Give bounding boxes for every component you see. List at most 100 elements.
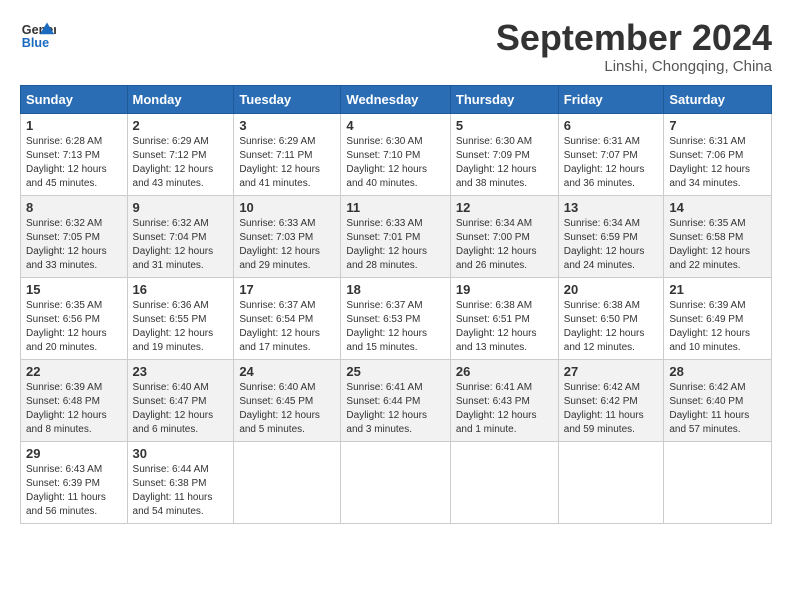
- day-info: Sunrise: 6:40 AMSunset: 6:45 PMDaylight:…: [239, 381, 335, 437]
- day-number: 21: [669, 282, 766, 297]
- table-row: 8 Sunrise: 6:32 AMSunset: 7:05 PMDaylight…: [21, 195, 128, 277]
- table-row: [341, 441, 450, 523]
- table-row: 3Sunrise: 6:29 AMSunset: 7:11 PMDaylight…: [234, 113, 341, 195]
- day-info: Sunrise: 6:36 AMSunset: 6:55 PMDaylight:…: [133, 299, 229, 355]
- day-number: 22: [26, 364, 122, 379]
- day-number: 24: [239, 364, 335, 379]
- day-info: Sunrise: 6:41 AMSunset: 6:44 PMDaylight:…: [346, 381, 444, 437]
- table-row: 13 Sunrise: 6:34 AMSunset: 6:59 PMDayligh…: [558, 195, 664, 277]
- table-row: 15 Sunrise: 6:35 AMSunset: 6:56 PMDayligh…: [21, 277, 128, 359]
- col-thursday: Thursday: [450, 85, 558, 113]
- header: General Blue September 2024 Linshi, Chon…: [20, 18, 772, 75]
- table-row: [234, 441, 341, 523]
- table-row: 4 Sunrise: 6:30 AMSunset: 7:10 PMDaylight…: [341, 113, 450, 195]
- subtitle: Linshi, Chongqing, China: [496, 58, 772, 75]
- table-row: [450, 441, 558, 523]
- day-number: 18: [346, 282, 444, 297]
- table-row: 11 Sunrise: 6:33 AMSunset: 7:01 PMDayligh…: [341, 195, 450, 277]
- table-row: 23 Sunrise: 6:40 AMSunset: 6:47 PMDayligh…: [127, 359, 234, 441]
- table-row: 27 Sunrise: 6:42 AMSunset: 6:42 PMDayligh…: [558, 359, 664, 441]
- day-number: 2: [133, 118, 229, 133]
- day-info: Sunrise: 6:35 AMSunset: 6:58 PMDaylight:…: [669, 217, 766, 273]
- day-number: 27: [564, 364, 659, 379]
- col-wednesday: Wednesday: [341, 85, 450, 113]
- table-row: 29 Sunrise: 6:43 AMSunset: 6:39 PMDayligh…: [21, 441, 128, 523]
- day-number: 9: [133, 200, 229, 215]
- table-row: 2 Sunrise: 6:29 AMSunset: 7:12 PMDaylight…: [127, 113, 234, 195]
- day-info: Sunrise: 6:40 AMSunset: 6:47 PMDaylight:…: [133, 381, 229, 437]
- day-info: Sunrise: 6:38 AMSunset: 6:50 PMDaylight:…: [564, 299, 659, 355]
- table-row: [664, 441, 772, 523]
- table-row: 7 Sunrise: 6:31 AMSunset: 7:06 PMDaylight…: [664, 113, 772, 195]
- day-number: 20: [564, 282, 659, 297]
- day-number: 28: [669, 364, 766, 379]
- day-number: 10: [239, 200, 335, 215]
- day-number: 26: [456, 364, 553, 379]
- col-saturday: Saturday: [664, 85, 772, 113]
- table-row: 17 Sunrise: 6:37 AMSunset: 6:54 PMDayligh…: [234, 277, 341, 359]
- table-row: 19Sunrise: 6:38 AMSunset: 6:51 PMDayligh…: [450, 277, 558, 359]
- day-info: Sunrise: 6:31 AMSunset: 7:07 PMDaylight:…: [564, 135, 659, 191]
- title-block: September 2024 Linshi, Chongqing, China: [496, 18, 772, 75]
- calendar-row: 15 Sunrise: 6:35 AMSunset: 6:56 PMDayligh…: [21, 277, 772, 359]
- calendar-row: 1Sunrise: 6:28 AMSunset: 7:13 PMDaylight…: [21, 113, 772, 195]
- day-number: 17: [239, 282, 335, 297]
- day-info: Sunrise: 6:32 AMSunset: 7:05 PMDaylight:…: [26, 217, 122, 273]
- day-info: Sunrise: 6:34 AMSunset: 7:00 PMDaylight:…: [456, 217, 553, 273]
- day-number: 29: [26, 446, 122, 461]
- col-tuesday: Tuesday: [234, 85, 341, 113]
- table-row: 9 Sunrise: 6:32 AMSunset: 7:04 PMDaylight…: [127, 195, 234, 277]
- day-info: Sunrise: 6:33 AMSunset: 7:03 PMDaylight:…: [239, 217, 335, 273]
- table-row: 18 Sunrise: 6:37 AMSunset: 6:53 PMDayligh…: [341, 277, 450, 359]
- day-number: 4: [346, 118, 444, 133]
- day-info: Sunrise: 6:31 AMSunset: 7:06 PMDaylight:…: [669, 135, 766, 191]
- day-number: 23: [133, 364, 229, 379]
- table-row: 16 Sunrise: 6:36 AMSunset: 6:55 PMDayligh…: [127, 277, 234, 359]
- col-friday: Friday: [558, 85, 664, 113]
- svg-text:Blue: Blue: [22, 36, 49, 50]
- calendar-row: 8 Sunrise: 6:32 AMSunset: 7:05 PMDaylight…: [21, 195, 772, 277]
- day-info: Sunrise: 6:39 AMSunset: 6:48 PMDaylight:…: [26, 381, 122, 437]
- day-info: Sunrise: 6:33 AMSunset: 7:01 PMDaylight:…: [346, 217, 444, 273]
- day-number: 19: [456, 282, 553, 297]
- table-row: 10 Sunrise: 6:33 AMSunset: 7:03 PMDayligh…: [234, 195, 341, 277]
- day-info: Sunrise: 6:42 AMSunset: 6:42 PMDaylight:…: [564, 381, 659, 437]
- day-info: Sunrise: 6:35 AMSunset: 6:56 PMDaylight:…: [26, 299, 122, 355]
- day-number: 15: [26, 282, 122, 297]
- table-row: 21Sunrise: 6:39 AMSunset: 6:49 PMDayligh…: [664, 277, 772, 359]
- day-info: Sunrise: 6:34 AMSunset: 6:59 PMDaylight:…: [564, 217, 659, 273]
- day-number: 8: [26, 200, 122, 215]
- day-number: 3: [239, 118, 335, 133]
- table-row: 14 Sunrise: 6:35 AMSunset: 6:58 PMDayligh…: [664, 195, 772, 277]
- table-row: 28Sunrise: 6:42 AMSunset: 6:40 PMDayligh…: [664, 359, 772, 441]
- logo-icon: General Blue: [20, 18, 56, 54]
- table-row: 24 Sunrise: 6:40 AMSunset: 6:45 PMDayligh…: [234, 359, 341, 441]
- table-row: [558, 441, 664, 523]
- day-number: 7: [669, 118, 766, 133]
- day-info: Sunrise: 6:30 AMSunset: 7:09 PMDaylight:…: [456, 135, 553, 191]
- day-number: 13: [564, 200, 659, 215]
- day-number: 25: [346, 364, 444, 379]
- day-number: 14: [669, 200, 766, 215]
- table-row: 22 Sunrise: 6:39 AMSunset: 6:48 PMDayligh…: [21, 359, 128, 441]
- logo: General Blue: [20, 18, 56, 54]
- page: General Blue September 2024 Linshi, Chon…: [0, 0, 792, 612]
- day-number: 11: [346, 200, 444, 215]
- col-monday: Monday: [127, 85, 234, 113]
- day-info: Sunrise: 6:30 AMSunset: 7:10 PMDaylight:…: [346, 135, 444, 191]
- day-number: 6: [564, 118, 659, 133]
- day-info: Sunrise: 6:37 AMSunset: 6:53 PMDaylight:…: [346, 299, 444, 355]
- day-number: 16: [133, 282, 229, 297]
- day-number: 12: [456, 200, 553, 215]
- calendar-header-row: Sunday Monday Tuesday Wednesday Thursday…: [21, 85, 772, 113]
- day-info: Sunrise: 6:32 AMSunset: 7:04 PMDaylight:…: [133, 217, 229, 273]
- day-number: 1: [26, 118, 122, 133]
- day-info: Sunrise: 6:29 AMSunset: 7:12 PMDaylight:…: [133, 135, 229, 191]
- calendar-row: 22 Sunrise: 6:39 AMSunset: 6:48 PMDayligh…: [21, 359, 772, 441]
- day-info: Sunrise: 6:43 AMSunset: 6:39 PMDaylight:…: [26, 463, 122, 519]
- table-row: 30Sunrise: 6:44 AMSunset: 6:38 PMDayligh…: [127, 441, 234, 523]
- col-sunday: Sunday: [21, 85, 128, 113]
- table-row: 26Sunrise: 6:41 AMSunset: 6:43 PMDayligh…: [450, 359, 558, 441]
- calendar: Sunday Monday Tuesday Wednesday Thursday…: [20, 85, 772, 524]
- day-info: Sunrise: 6:37 AMSunset: 6:54 PMDaylight:…: [239, 299, 335, 355]
